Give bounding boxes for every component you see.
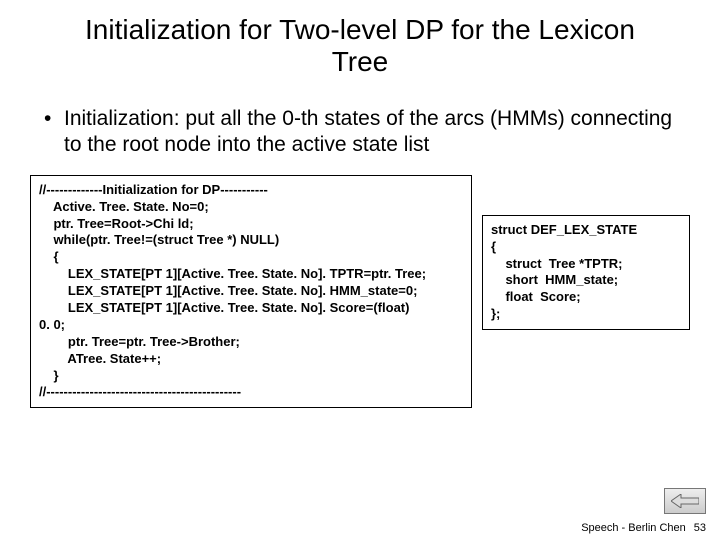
back-icon[interactable]	[664, 488, 706, 514]
footer-text: Speech - Berlin Chen	[581, 522, 686, 534]
code-box-left: //-------------Initialization for DP----…	[30, 175, 472, 409]
page-number: 53	[694, 522, 706, 534]
bullet-text: Initialization: put all the 0-th states …	[64, 106, 680, 156]
bullet-section: • Initialization: put all the 0-th state…	[0, 78, 720, 156]
footer: Speech - Berlin Chen 53	[581, 522, 706, 534]
slide-title: Initialization for Two-level DP for the …	[0, 0, 720, 78]
code-box-right: struct DEF_LEX_STATE { struct Tree *TPTR…	[482, 215, 690, 330]
code-row: //-------------Initialization for DP----…	[0, 157, 720, 409]
bullet-dot: •	[40, 106, 64, 131]
